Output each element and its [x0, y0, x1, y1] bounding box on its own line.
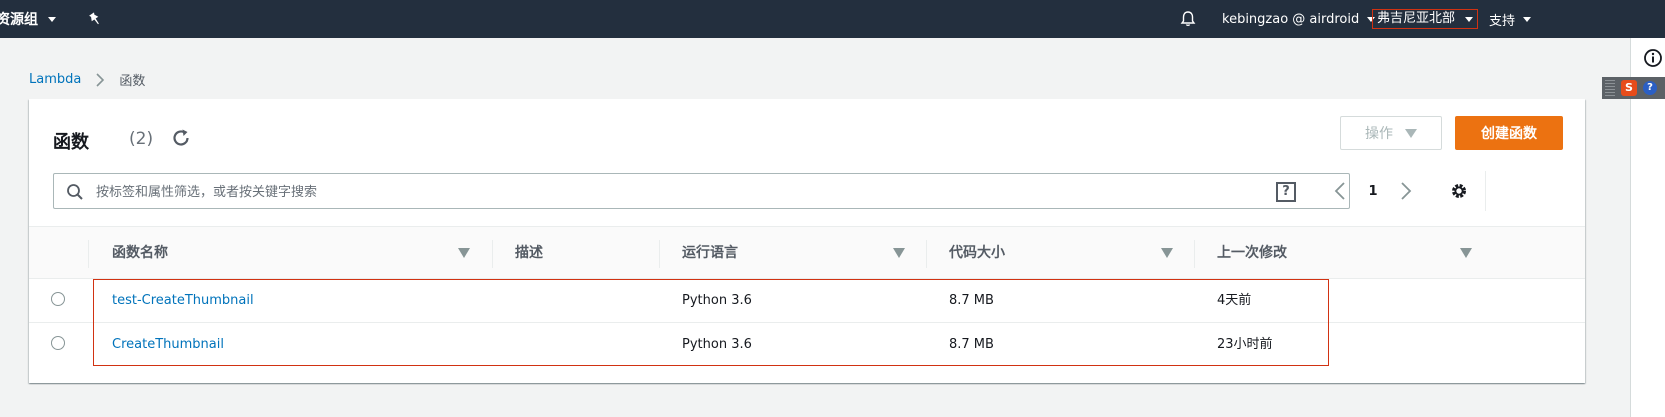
function-last-modified: 23小时前: [1217, 337, 1273, 352]
account-label: kebingzao @ airdroid: [1222, 11, 1360, 27]
prev-page-button[interactable]: [1329, 174, 1351, 208]
function-code-size: 8.7 MB: [949, 337, 994, 352]
column-header-code-size[interactable]: 代码大小: [949, 227, 1005, 279]
search-icon: [67, 184, 83, 200]
refresh-icon[interactable]: [170, 127, 192, 149]
pin-button[interactable]: [88, 0, 102, 38]
sort-icon[interactable]: [458, 248, 470, 258]
table-header: 函数名称 描述 运行语言 代码大小 上一次修改: [29, 226, 1585, 279]
pin-icon: [89, 12, 99, 25]
resource-groups-label: 资源组: [0, 12, 38, 28]
caret-down-icon: [48, 16, 56, 22]
ime-toolbar[interactable]: S ?: [1602, 77, 1665, 99]
caret-down-icon: [1405, 128, 1417, 138]
column-divider: [1194, 240, 1195, 268]
notifications-button[interactable]: [1179, 0, 1197, 38]
column-header-description[interactable]: 描述: [515, 227, 543, 279]
help-icon[interactable]: ?: [1643, 81, 1657, 95]
column-divider: [492, 240, 493, 268]
page-number[interactable]: 1: [1361, 174, 1385, 208]
gear-icon: [1452, 184, 1466, 198]
column-header-runtime[interactable]: 运行语言: [682, 227, 738, 279]
search-field: ?: [53, 173, 1350, 209]
pager-divider: [1485, 171, 1486, 211]
top-nav-bar: 资源组 kebingzao @ airdroid 弗吉尼亚北部 支持: [0, 0, 1665, 38]
drag-handle[interactable]: [1605, 80, 1615, 96]
page-title: 函数: [53, 132, 89, 153]
function-last-modified: 4天前: [1217, 293, 1252, 308]
function-runtime: Python 3.6: [682, 337, 752, 352]
sort-icon[interactable]: [1161, 248, 1173, 258]
actions-label: 操作: [1365, 126, 1393, 142]
column-divider: [88, 240, 89, 268]
breadcrumb: Lambda 函数: [29, 70, 145, 89]
row-select-radio[interactable]: [51, 292, 65, 306]
account-menu[interactable]: kebingzao @ airdroid: [1222, 0, 1376, 38]
table-settings-button[interactable]: [1447, 174, 1471, 208]
caret-down-icon: [1465, 17, 1474, 22]
sort-icon[interactable]: [893, 248, 905, 258]
function-code-size: 8.7 MB: [949, 293, 994, 308]
chevron-left-icon: [1334, 182, 1345, 200]
function-count: (2): [129, 129, 154, 149]
resource-groups-menu[interactable]: 资源组: [0, 0, 56, 38]
column-divider: [659, 240, 660, 268]
region-highlight-box: 弗吉尼亚北部: [1372, 9, 1479, 29]
search-help-icon[interactable]: ?: [1276, 182, 1296, 202]
search-input[interactable]: [94, 181, 1268, 203]
row-select-radio[interactable]: [51, 336, 65, 350]
chevron-right-icon: [1401, 182, 1412, 200]
create-function-button[interactable]: 创建函数: [1455, 116, 1563, 150]
column-header-last-modified[interactable]: 上一次修改: [1217, 227, 1287, 279]
region-menu[interactable]: 弗吉尼亚北部: [1372, 0, 1479, 38]
breadcrumb-lambda-link[interactable]: Lambda: [29, 72, 81, 87]
next-page-button[interactable]: [1395, 174, 1417, 208]
function-runtime: Python 3.6: [682, 293, 752, 308]
column-divider: [926, 240, 927, 268]
support-label: 支持: [1489, 13, 1516, 29]
caret-down-icon: [1523, 16, 1532, 22]
chevron-right-icon: [96, 72, 105, 87]
ime-icon[interactable]: S: [1621, 80, 1637, 96]
function-name-link[interactable]: test-CreateThumbnail: [112, 279, 254, 323]
sort-icon[interactable]: [1460, 248, 1472, 258]
region-label: 弗吉尼亚北部: [1377, 11, 1456, 26]
table-row[interactable]: test-CreateThumbnail Python 3.6 8.7 MB 4…: [29, 279, 1585, 323]
support-menu[interactable]: 支持: [1489, 0, 1532, 38]
table-row[interactable]: CreateThumbnail Python 3.6 8.7 MB 23小时前: [29, 323, 1585, 367]
breadcrumb-current: 函数: [119, 74, 146, 89]
function-name-link[interactable]: CreateThumbnail: [112, 323, 224, 367]
bell-icon: [1180, 11, 1196, 27]
actions-button[interactable]: 操作: [1340, 116, 1442, 150]
column-header-name[interactable]: 函数名称: [112, 227, 168, 279]
functions-panel: 函数 (2) 操作 创建函数 ? 1 函数名称: [29, 99, 1585, 383]
info-icon[interactable]: [1643, 48, 1663, 68]
